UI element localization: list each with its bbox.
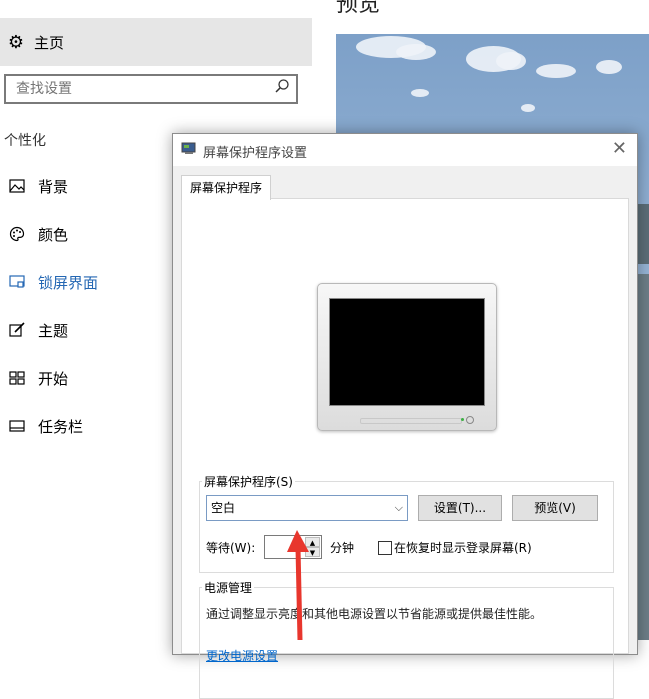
tab-panel: 屏幕保护程序(S) 空白 ⌵ 设置(T)... 预览(V) 等待(W): 6 ▲… [181, 198, 629, 699]
monitor-slot [360, 418, 462, 424]
settings-button[interactable]: 设置(T)... [418, 495, 502, 521]
close-icon[interactable]: ✕ [612, 138, 627, 159]
tab-screensaver[interactable]: 屏幕保护程序 [181, 175, 272, 200]
monitor-led [461, 418, 464, 421]
palette-icon [0, 226, 34, 242]
preview-heading: 预览 [336, 0, 381, 17]
resume-logon-checkbox[interactable] [378, 541, 392, 555]
wait-minutes-spinner[interactable]: 6 ▲ ▼ [264, 535, 322, 559]
power-management-group [199, 587, 614, 699]
gear-icon: ⚙ [7, 31, 25, 53]
power-description: 通过调整显示亮度和其他电源设置以节省能源或提供最佳性能。 [206, 607, 543, 621]
spin-down-icon[interactable]: ▼ [305, 547, 320, 557]
home-label: 主页 [34, 33, 65, 52]
preview-button[interactable]: 预览(V) [512, 495, 598, 521]
sidebar-item-label: 锁屏界面 [38, 273, 99, 292]
monitor-power-button [466, 416, 474, 424]
wait-unit-label: 分钟 [330, 541, 355, 555]
sidebar-item-label: 颜色 [38, 225, 69, 244]
wait-label: 等待(W): [206, 541, 256, 555]
wait-value[interactable]: 6 [293, 539, 301, 553]
section-label-personalization: 个性化 [4, 133, 46, 149]
sidebar-item-label: 主题 [38, 321, 69, 340]
dialog-titlebar[interactable]: 屏幕保护程序设置 ✕ [173, 134, 637, 166]
picture-icon [0, 179, 34, 193]
lock-screen-icon [0, 275, 34, 289]
theme-brush-icon [0, 322, 34, 338]
change-power-settings-link[interactable]: 更改电源设置 [206, 647, 278, 664]
sidebar-item-label: 背景 [38, 177, 69, 196]
screensaver-app-icon [181, 142, 197, 156]
search-box[interactable] [4, 74, 298, 104]
screensaver-settings-dialog: 屏幕保护程序设置 ✕ 屏幕保护程序 屏幕保护程序(S) 空白 ⌵ 设置(T)..… [172, 133, 638, 699]
dialog-body: 屏幕保护程序 屏幕保护程序(S) 空白 ⌵ 设置(T)... 预览(V) 等待(… [173, 166, 637, 699]
start-tiles-icon [0, 371, 34, 385]
spin-up-icon[interactable]: ▲ [305, 537, 320, 547]
screensaver-group-label: 屏幕保护程序(S) [202, 473, 295, 490]
search-icon[interactable] [274, 78, 290, 98]
resume-logon-label[interactable]: 在恢复时显示登录屏幕(R) [394, 539, 532, 556]
monitor-screen [329, 298, 485, 406]
home-nav-item[interactable]: ⚙ 主页 [0, 18, 312, 66]
sidebar-item-label: 任务栏 [38, 417, 84, 436]
screensaver-select-value: 空白 [211, 501, 236, 515]
dialog-title: 屏幕保护程序设置 [203, 146, 308, 161]
sidebar-item-label: 开始 [38, 369, 69, 388]
screensaver-select[interactable]: 空白 ⌵ [206, 495, 408, 521]
taskbar-icon [0, 420, 34, 432]
chevron-down-icon[interactable]: ⌵ [395, 496, 403, 520]
power-group-label: 电源管理 [202, 579, 255, 596]
monitor-preview [317, 283, 497, 431]
search-input[interactable] [16, 79, 266, 99]
